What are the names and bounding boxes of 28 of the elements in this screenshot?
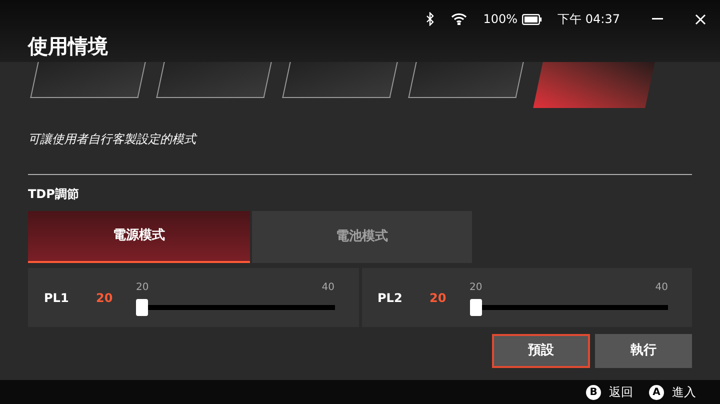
mode-tab[interactable]: 電源模式 — [28, 211, 250, 263]
slider-max-label: 40 — [322, 280, 334, 294]
battery-icon — [522, 14, 542, 24]
slider-max-label: 40 — [655, 280, 668, 294]
section-label: TDP調節 — [28, 186, 80, 203]
slider-thumb[interactable] — [136, 298, 148, 316]
footer-hint: 返回 — [609, 384, 633, 401]
slider-value: 20 — [96, 290, 114, 306]
slider-label: PL1 — [44, 290, 70, 306]
clock-time: 下午 04:37 — [558, 11, 620, 28]
wifi-icon — [451, 13, 468, 25]
action-button[interactable]: 執行 — [595, 334, 692, 368]
slider-label: PL2 — [378, 290, 404, 306]
close-icon[interactable] — [695, 14, 706, 24]
slider-value: 20 — [430, 290, 448, 306]
controller-button-icon: A — [649, 384, 664, 400]
mode-tab[interactable]: 電池模式 — [252, 211, 472, 263]
footer-hint: 進入 — [672, 384, 696, 401]
slider-thumb[interactable] — [470, 298, 482, 316]
slider-min-label: 20 — [136, 280, 149, 294]
battery-percentage: 100% — [483, 11, 518, 28]
controller-button-icon: B — [586, 384, 601, 400]
page-title: 使用情境 — [28, 36, 108, 56]
slider-min-label: 20 — [470, 280, 482, 294]
mode-description: 可讓使用者自行客製設定的模式 — [28, 131, 198, 148]
action-button[interactable]: 預設 — [492, 334, 590, 368]
minimize-icon[interactable] — [652, 18, 663, 20]
bluetooth-icon — [426, 12, 436, 26]
